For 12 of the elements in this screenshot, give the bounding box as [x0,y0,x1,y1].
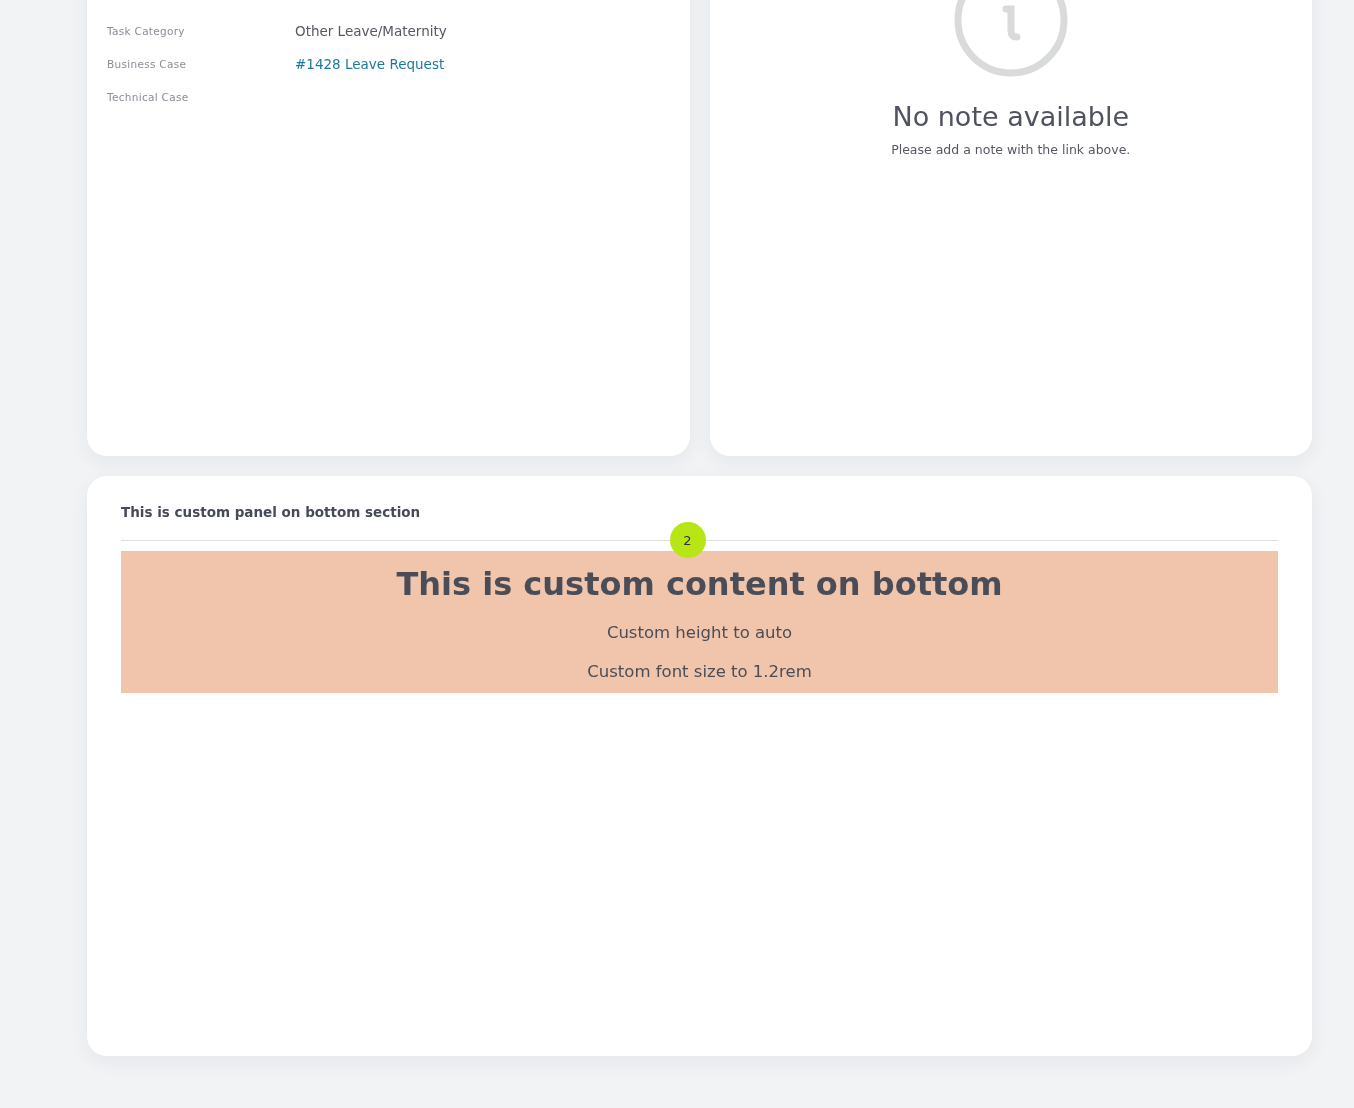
content-heading: This is custom content on bottom [396,565,1003,603]
field-value: Other Leave/Maternity [295,22,447,39]
content-text: Custom height to auto [606,623,793,642]
content-text: Custom font size to 1.2rem [587,662,812,681]
field-label: Business Case [107,57,188,70]
panel-title: This is custom panel on bottom section [121,504,422,520]
case-link[interactable]: #1428 Leave Request [295,55,445,72]
step-badge: 2 [669,522,706,558]
empty-title: No note available [892,101,1130,132]
empty-message: Please add a note with the link above. [891,142,1131,157]
field-label: Task Category [107,24,186,37]
field-label: Technical Case [107,90,190,103]
